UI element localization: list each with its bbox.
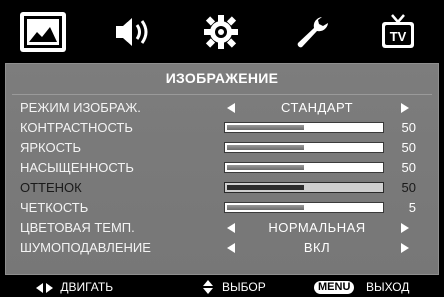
- help-move: ДВИГАТЬ: [36, 278, 113, 297]
- slider-fill: [227, 185, 304, 190]
- sharpness-slider[interactable]: [224, 202, 384, 213]
- menu-row-picture-mode[interactable]: РЕЖИМ ИЗОБРАЖ. СТАНДАРТ: [6, 98, 438, 117]
- slider-fill: [227, 145, 304, 150]
- row-label: ОТТЕНОК: [20, 180, 82, 195]
- menu-key-icon: MENU: [314, 281, 355, 294]
- option-value: НОРМАЛЬНАЯ: [268, 220, 366, 235]
- menu-row-saturation[interactable]: НАСЫЩЕННОСТЬ 50: [6, 158, 438, 177]
- menu-tab-bar: TV: [0, 0, 444, 63]
- help-move-label: ДВИГАТЬ: [60, 280, 114, 294]
- row-label: ШУМОПОДАВЛЕНИЕ: [20, 240, 151, 255]
- tab-picture[interactable]: [20, 12, 66, 52]
- help-select-label: ВЫБОР: [222, 280, 266, 294]
- up-down-arrow-icon: [203, 280, 213, 295]
- slider-value: 50: [401, 180, 416, 195]
- picture-icon: [24, 16, 62, 48]
- menu-row-contrast[interactable]: КОНТРАСТНОСТЬ 50: [6, 118, 438, 137]
- row-label: ЯРКОСТЬ: [20, 140, 82, 155]
- brightness-slider[interactable]: [224, 142, 384, 153]
- wrench-icon: [297, 17, 328, 48]
- help-exit-label: ВЫХОД: [366, 280, 410, 294]
- menu-row-sharpness[interactable]: ЧЕТКОСТЬ 5: [6, 198, 438, 217]
- picture-menu-panel: ИЗОБРАЖЕНИЕ РЕЖИМ ИЗОБРАЖ. СТАНДАРТ КОНТ…: [5, 63, 439, 275]
- right-arrow-icon: [46, 282, 53, 293]
- tab-setup[interactable]: [288, 12, 334, 52]
- slider-fill: [227, 125, 304, 130]
- option-value: ВКЛ: [303, 240, 331, 255]
- settings-gear-icon: [204, 15, 238, 49]
- panel-title: ИЗОБРАЖЕНИЕ: [165, 70, 279, 86]
- svg-text:TV: TV: [390, 29, 407, 44]
- right-arrow-icon[interactable]: [401, 103, 409, 113]
- row-label: ЧЕТКОСТЬ: [20, 200, 89, 215]
- saturation-slider[interactable]: [224, 162, 384, 173]
- left-arrow-icon: [36, 282, 43, 293]
- menu-row-brightness[interactable]: ЯРКОСТЬ 50: [6, 138, 438, 157]
- slider-value: 50: [401, 160, 416, 175]
- left-arrow-icon[interactable]: [227, 243, 235, 253]
- menu-row-color-temp[interactable]: ЦВЕТОВАЯ ТЕМП. НОРМАЛЬНАЯ: [6, 218, 438, 237]
- slider-value: 50: [401, 140, 416, 155]
- sound-icon: [116, 18, 148, 46]
- tab-tv[interactable]: TV: [375, 12, 421, 52]
- slider-fill: [227, 165, 304, 170]
- right-arrow-icon[interactable]: [401, 223, 409, 233]
- option-value: СТАНДАРТ: [280, 100, 354, 115]
- menu-row-noise-reduction[interactable]: ШУМОПОДАВЛЕНИЕ ВКЛ: [6, 238, 438, 257]
- row-label: НАСЫЩЕННОСТЬ: [20, 160, 134, 175]
- slider-value: 5: [408, 200, 416, 215]
- row-label: КОНТРАСТНОСТЬ: [20, 120, 133, 135]
- slider-fill: [227, 205, 304, 210]
- row-label: РЕЖИМ ИЗОБРАЖ.: [20, 100, 141, 115]
- tv-osd-screen: TV ИЗОБРАЖЕНИЕ РЕЖИМ ИЗОБРАЖ. СТАНДАРТ К…: [0, 0, 444, 297]
- right-arrow-icon[interactable]: [401, 243, 409, 253]
- tab-sound[interactable]: [110, 12, 156, 52]
- tab-settings[interactable]: [198, 12, 244, 52]
- row-label: ЦВЕТОВАЯ ТЕМП.: [20, 220, 135, 235]
- slider-value: 50: [401, 120, 416, 135]
- menu-row-tint[interactable]: ОТТЕНОК 50: [6, 178, 438, 197]
- contrast-slider[interactable]: [224, 122, 384, 133]
- title-divider: [12, 94, 432, 95]
- left-arrow-icon[interactable]: [227, 103, 235, 113]
- left-arrow-icon[interactable]: [227, 223, 235, 233]
- tv-icon: TV: [382, 14, 414, 48]
- help-bar: ДВИГАТЬ ВЫБОР MENU ВЫХОД: [0, 278, 444, 297]
- tint-slider[interactable]: [224, 182, 384, 193]
